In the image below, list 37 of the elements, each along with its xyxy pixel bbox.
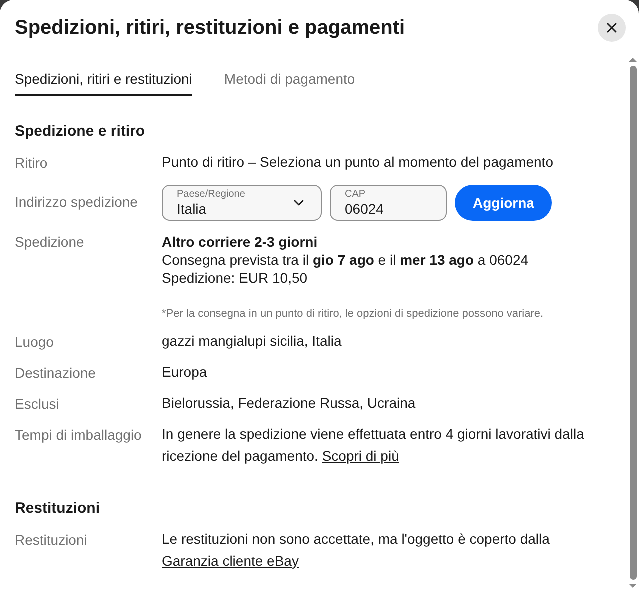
scroll-up-icon[interactable] [628, 56, 638, 64]
row-label: Esclusi [15, 395, 60, 414]
scroll-down-icon[interactable] [628, 582, 638, 590]
update-button[interactable]: Aggiorna [455, 185, 552, 221]
row-label: Luogo [15, 333, 55, 352]
zip-value: 06024 [345, 200, 385, 218]
row-label: Destinazione [15, 364, 97, 383]
row-link[interactable]: Scopri di più [322, 448, 400, 464]
row-label: Spedizione [15, 233, 86, 252]
country-label: Paese/Regione [177, 188, 246, 200]
zip-field[interactable]: CAP 06024 [330, 185, 447, 221]
row-value: Europa [162, 363, 208, 382]
row-value: In genere la spedizione viene effettuata entro 4 giorni lavorativi dalla ricezione del pagamento. Scopri di più [162, 425, 586, 466]
row-value: Le restituzioni non sono accettate, ma l'oggetto è coperto dalla Garanzia cliente eBay [162, 530, 551, 571]
row-label: Indirizzo spedizione [15, 193, 139, 211]
dialog-title: Spedizioni, ritiri, restituzioni e pagamenti [15, 16, 406, 41]
tab[interactable]: Metodi di pagamento [224, 70, 356, 96]
row-label: Restituzioni [15, 531, 88, 550]
section-title: Spedizione e ritiro [15, 122, 146, 142]
row-value: Punto di ritiro – Seleziona un punto al momento del pagamento [162, 153, 554, 172]
scrollbar-thumb[interactable] [630, 66, 636, 580]
section-title: Restituzioni [15, 499, 101, 519]
zip-label: CAP [345, 188, 367, 200]
row-label: Ritiro [15, 154, 49, 173]
row-value: Bielorussia, Federazione Russa, Ucraina [162, 394, 417, 413]
shipping-service: Altro corriere 2-3 giorni [162, 233, 319, 251]
shipping-note: *Per la consegna in un punto di ritiro, le opzioni di spedizione possono variare. [162, 307, 545, 321]
country-select[interactable]: Paese/Regione Italia [162, 185, 322, 221]
row-value: gazzi mangialupi sicilia, Italia [162, 332, 343, 351]
row-link[interactable]: Garanzia cliente eBay [162, 553, 299, 569]
row-label: Tempi di imballaggio [15, 426, 143, 445]
scrollbar[interactable] [627, 56, 639, 590]
delivery-estimate: Consegna prevista tra il gio 7 ago e il mer 13 ago a 06024 [162, 251, 530, 269]
close-button[interactable] [598, 14, 626, 42]
tab[interactable]: Spedizioni, ritiri e restituzioni [15, 70, 192, 96]
shipping-cost: Spedizione: EUR 10,50 [162, 269, 309, 287]
country-value: Italia [177, 200, 208, 218]
